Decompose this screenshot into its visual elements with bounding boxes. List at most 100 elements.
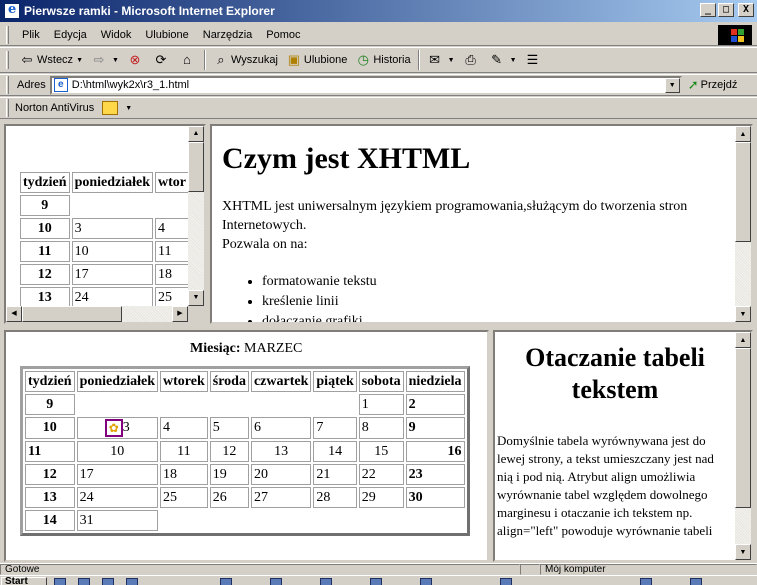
taskbar-app-icon[interactable]	[420, 578, 432, 585]
scroll-left-button[interactable]: ◀	[6, 306, 22, 322]
go-button[interactable]: ➚ Przejdź	[688, 77, 738, 93]
day-cell: 19	[209, 464, 249, 485]
week-cell: 12	[25, 464, 75, 485]
scroll-thumb[interactable]	[735, 348, 751, 508]
back-dropdown-icon[interactable]: ▼	[76, 57, 83, 64]
taskbar-app-icon[interactable]	[370, 578, 382, 585]
day-cell: 17	[71, 264, 154, 285]
calendar-caption-value: MARZEC	[244, 341, 303, 356]
menu-narzedzia[interactable]: Narzędzia	[196, 29, 260, 41]
taskbar-app-icon[interactable]	[500, 578, 512, 585]
sunday-cell: 2	[405, 394, 465, 415]
menu-edycja[interactable]: Edycja	[47, 29, 94, 41]
day-cell: 4	[155, 218, 190, 239]
menu-bar: Plik Edycja Widok Ulubione Narzędzia Pom…	[0, 24, 757, 46]
taskbar-app-icon[interactable]	[320, 578, 332, 585]
scroll-up-button[interactable]: ▲	[735, 332, 751, 348]
mail-dropdown-icon[interactable]: ▼	[448, 57, 455, 64]
calendar-header: środa	[209, 371, 249, 392]
maximize-button[interactable]: □	[718, 3, 734, 17]
close-button[interactable]: X	[738, 3, 754, 17]
text-vertical-scrollbar[interactable]: ▲ ▼	[735, 332, 751, 560]
day-cell: 5	[209, 417, 249, 439]
back-label: Wstecz	[37, 54, 74, 66]
day-cell: 12	[209, 441, 249, 462]
day-cell: 25	[155, 287, 190, 308]
print-button[interactable]: ⎙	[459, 49, 485, 71]
week-cell: 13	[25, 487, 75, 508]
taskbar: Start	[0, 575, 757, 585]
forward-button[interactable]: ⇨ ▼	[87, 49, 123, 71]
address-grip	[6, 76, 9, 94]
home-button[interactable]: ⌂	[175, 49, 201, 71]
refresh-button[interactable]: ⟳	[149, 49, 175, 71]
edit-dropdown-icon[interactable]: ▼	[510, 57, 517, 64]
day-cell: 18	[155, 264, 190, 285]
taskbar-app-icon[interactable]	[690, 578, 702, 585]
scroll-right-button[interactable]: ▶	[172, 306, 188, 322]
empty-cell	[160, 510, 465, 531]
toc-vertical-scrollbar[interactable]: ▲ ▼	[188, 126, 204, 306]
stop-button[interactable]: ⊗	[123, 49, 149, 71]
week-cell: 11	[25, 441, 75, 462]
taskbar-app-icon[interactable]	[126, 578, 138, 585]
scroll-down-button[interactable]: ▼	[735, 306, 751, 322]
scroll-thumb[interactable]	[735, 142, 751, 242]
edit-icon: ✎	[491, 52, 503, 67]
toc-horizontal-scrollbar[interactable]: ◀ ▶	[6, 306, 188, 322]
menu-plik[interactable]: Plik	[15, 29, 47, 41]
calendar-table: tydzień poniedziałek wtorek środa czwart…	[23, 369, 467, 533]
main-vertical-scrollbar[interactable]: ▲ ▼	[735, 126, 751, 322]
taskbar-app-icon[interactable]	[54, 578, 66, 585]
back-button[interactable]: ⇦ Wstecz ▼	[15, 49, 87, 71]
search-icon: ⌕	[217, 52, 225, 67]
list-item: formatowanie tekstu	[262, 272, 377, 292]
scroll-thumb[interactable]	[22, 306, 122, 322]
norton-icon[interactable]	[102, 101, 119, 115]
history-button[interactable]: ◷ Historia	[351, 49, 414, 71]
norton-dropdown-icon[interactable]: ▼	[125, 105, 132, 112]
address-input[interactable]: e D:\html\wyk2x\r3_1.html ▼	[49, 75, 682, 95]
taskbar-app-icon[interactable]	[270, 578, 282, 585]
taskbar-app-icon[interactable]	[78, 578, 90, 585]
toolbar-separator	[417, 50, 420, 70]
calendar-header: sobota	[358, 371, 404, 392]
menu-widok[interactable]: Widok	[94, 29, 139, 41]
scroll-thumb[interactable]	[188, 142, 204, 192]
history-icon: ◷	[357, 52, 369, 67]
address-dropdown-icon[interactable]: ▼	[664, 77, 680, 93]
start-button[interactable]: Start	[1, 577, 47, 585]
norton-label[interactable]: Norton AntiVirus	[15, 102, 94, 114]
day-cell: 24	[76, 487, 159, 508]
day-cell: 6	[250, 417, 312, 439]
favorites-button[interactable]: ▣ Ulubione	[282, 49, 351, 71]
sunday-cell: 30	[405, 487, 465, 508]
scroll-up-button[interactable]: ▲	[735, 126, 751, 142]
toc-frame: tydzień poniedziałek wtor 9 10 3 4 11 10…	[4, 124, 206, 324]
search-button[interactable]: ⌕ Wyszukaj	[209, 49, 282, 71]
refresh-icon: ⟳	[155, 52, 167, 67]
page-icon: e	[53, 78, 68, 92]
minimize-button[interactable]: _	[700, 3, 716, 17]
scroll-up-button[interactable]: ▲	[188, 126, 204, 142]
discuss-button[interactable]: ☰	[521, 49, 547, 71]
edit-button[interactable]: ✎ ▼	[485, 49, 521, 71]
calendar-header: poniedziałek	[76, 371, 159, 392]
day-cell-with-image: ✿ 3	[76, 417, 159, 439]
search-label: Wyszukaj	[230, 54, 278, 66]
favorites-icon: ▣	[287, 52, 301, 67]
mail-button[interactable]: ✉ ▼	[423, 49, 459, 71]
menu-pomoc[interactable]: Pomoc	[259, 29, 307, 41]
day-cell: 31	[76, 510, 159, 531]
taskbar-app-icon[interactable]	[640, 578, 652, 585]
scroll-down-button[interactable]: ▼	[735, 544, 751, 560]
day-cell: 28	[313, 487, 357, 508]
scroll-corner	[188, 306, 204, 322]
mail-icon: ✉	[429, 52, 441, 67]
taskbar-app-icon[interactable]	[220, 578, 232, 585]
windows-logo-icon	[718, 25, 752, 45]
forward-dropdown-icon[interactable]: ▼	[112, 57, 119, 64]
scroll-down-button[interactable]: ▼	[188, 290, 204, 306]
taskbar-app-icon[interactable]	[102, 578, 114, 585]
menu-ulubione[interactable]: Ulubione	[138, 29, 195, 41]
